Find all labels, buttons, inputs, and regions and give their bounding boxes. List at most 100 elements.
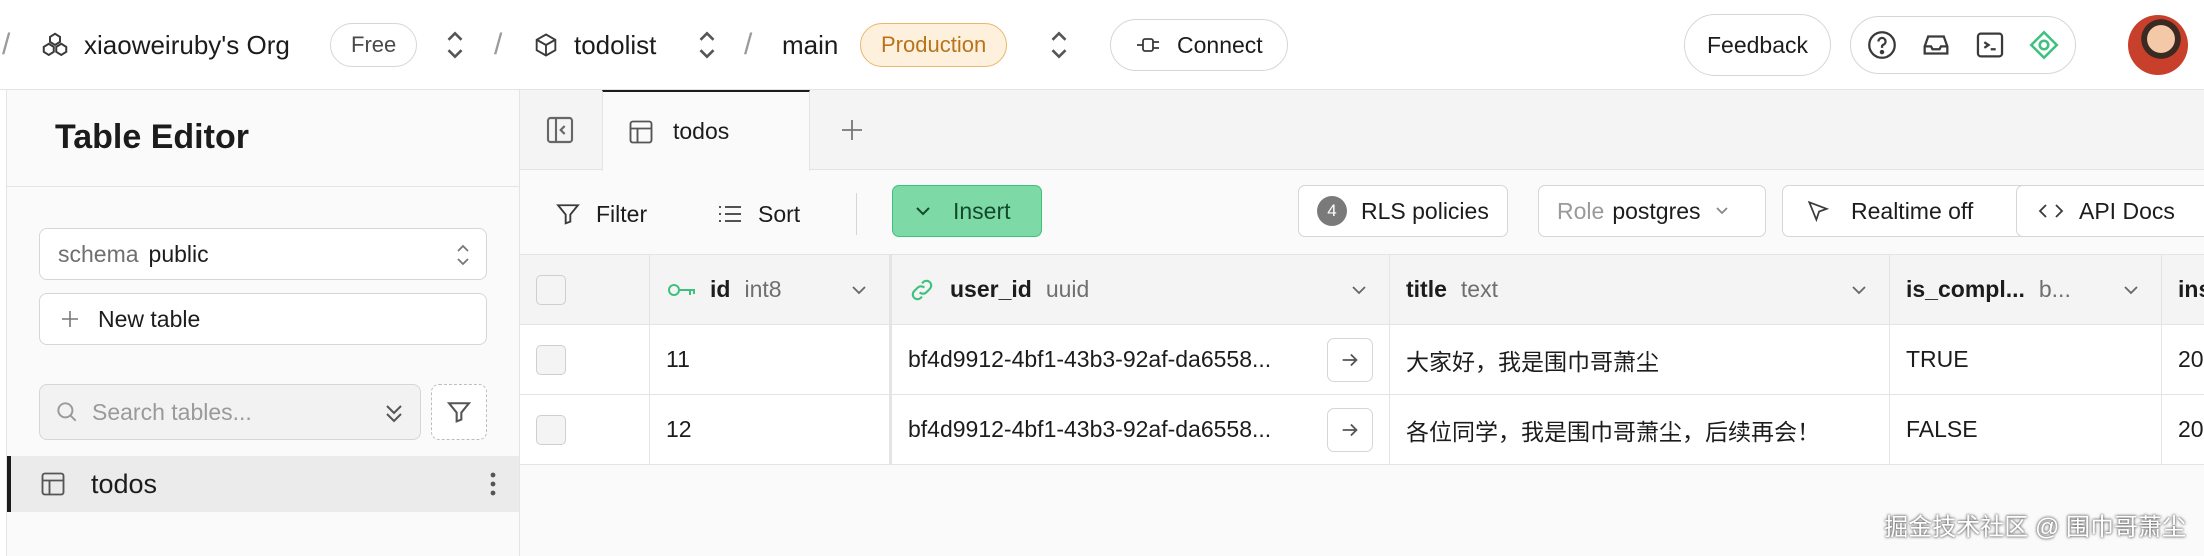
collapse-sidebar-icon[interactable] <box>544 114 576 146</box>
schema-label: schema <box>58 240 139 267</box>
select-all-checkbox[interactable] <box>536 274 566 305</box>
project-name: todolist <box>574 29 657 60</box>
watermark: 掘金技术社区 @ 围巾哥萧尘 <box>1884 514 2186 541</box>
column-header-inserted-at[interactable]: ins <box>2162 255 2204 324</box>
connect-label: Connect <box>1177 31 1263 58</box>
role-label: Role <box>1557 197 1605 224</box>
cell-is-completed[interactable]: FALSE <box>1890 395 2162 464</box>
breadcrumb-separator: / <box>494 28 503 61</box>
row-checkbox[interactable] <box>536 414 566 445</box>
tab-bar: todos <box>520 90 2204 171</box>
api-docs-label: API Docs <box>2079 197 2175 224</box>
search-tables-input[interactable]: Search tables... <box>39 384 421 440</box>
column-type: uuid <box>1045 276 1090 302</box>
table-icon <box>41 472 65 496</box>
role-selector[interactable]: Role postgres <box>1538 185 1766 237</box>
tab-todos[interactable]: todos <box>602 90 810 171</box>
help-icon[interactable] <box>1865 28 1899 62</box>
terminal-icon[interactable] <box>1973 28 2007 62</box>
grid-toolbar: Filter Sort Insert 4 RLS policies Role p… <box>520 171 2204 255</box>
cell-value: bf4d9912-4bf1-43b3-92af-da6558... <box>908 416 1272 442</box>
column-header-user-id[interactable]: user_id uuid <box>890 255 1390 324</box>
arrow-right-icon <box>1342 423 1358 437</box>
toolbar-divider <box>856 193 857 235</box>
sidebar-item-todos[interactable]: todos <box>7 456 519 512</box>
table-row[interactable]: 12 bf4d9912-4bf1-43b3-92af-da6558... 各位同… <box>520 395 2204 465</box>
org-switch-chevron-icon[interactable] <box>442 25 468 65</box>
column-header-title[interactable]: title text <box>1390 255 1890 324</box>
api-docs-button[interactable]: API Docs <box>2016 185 2204 237</box>
tab-label: todos <box>673 118 730 144</box>
column-name: title <box>1406 276 1447 302</box>
column-type: b... <box>2038 276 2071 302</box>
sidebar-item-label: todos <box>91 468 158 499</box>
app-root: / xiaoweiruby's Org Free / todolist / ma… <box>0 0 2204 556</box>
double-chevron-down-icon[interactable] <box>382 399 406 427</box>
project-switch-chevron-icon[interactable] <box>694 25 720 65</box>
breadcrumb-separator: / <box>744 28 753 61</box>
feedback-label: Feedback <box>1707 31 1809 58</box>
project-selector[interactable]: todolist <box>532 0 656 90</box>
column-header-is-completed[interactable]: is_compl... b... <box>1890 255 2162 324</box>
code-icon <box>2038 204 2064 218</box>
assistant-icon[interactable] <box>2027 28 2061 62</box>
column-header-id[interactable]: id int8 <box>650 255 890 324</box>
rls-policies-button[interactable]: 4 RLS policies <box>1298 185 1508 237</box>
plug-icon <box>1137 38 1159 52</box>
sidebar-title: Table Editor <box>55 118 249 156</box>
cell-inserted-at[interactable]: 20 <box>2162 395 2204 464</box>
branch-switch-chevron-icon[interactable] <box>1046 25 1072 65</box>
row-checkbox[interactable] <box>536 344 566 375</box>
branch-name: main <box>782 29 839 60</box>
connect-button[interactable]: Connect <box>1110 19 1288 71</box>
realtime-label: Realtime off <box>1851 197 1974 224</box>
cell-user-id[interactable]: bf4d9912-4bf1-43b3-92af-da6558... <box>890 395 1390 464</box>
sidebar-divider <box>7 186 519 187</box>
quick-actions-group <box>1850 16 2076 74</box>
grid-header-row: id int8 user_id uuid title text is_compl… <box>520 255 2204 325</box>
table-row[interactable]: 11 bf4d9912-4bf1-43b3-92af-da6558... 大家好… <box>520 325 2204 395</box>
user-avatar[interactable] <box>2128 15 2188 75</box>
chevron-down-icon[interactable] <box>1349 280 1369 300</box>
cell-inserted-at[interactable]: 20 <box>2162 325 2204 394</box>
sort-button[interactable]: Sort <box>716 191 800 237</box>
column-name: user_id <box>950 276 1032 302</box>
inbox-icon[interactable] <box>1919 28 1953 62</box>
schema-selector[interactable]: schema public <box>39 228 487 280</box>
foreign-key-link-button[interactable] <box>1327 408 1373 452</box>
chevron-down-icon[interactable] <box>849 280 869 300</box>
row-select-cell <box>520 325 650 394</box>
sort-list-icon <box>719 206 741 222</box>
role-value: postgres <box>1612 197 1701 224</box>
chevron-down-icon[interactable] <box>1849 280 1869 300</box>
chevron-down-icon[interactable] <box>2121 280 2141 300</box>
link-icon <box>911 279 933 300</box>
arrow-right-icon <box>1342 353 1358 367</box>
foreign-key-link-button[interactable] <box>1327 338 1373 382</box>
new-table-button[interactable]: New table <box>39 293 487 345</box>
filter-tables-button[interactable] <box>431 384 487 440</box>
filter-icon <box>556 204 580 225</box>
cell-id[interactable]: 12 <box>650 395 890 464</box>
project-box-icon <box>535 33 557 57</box>
top-bar: / xiaoweiruby's Org Free / todolist / ma… <box>0 0 2204 90</box>
add-tab-icon[interactable] <box>838 116 866 144</box>
header-select-cell <box>520 255 650 324</box>
branch-selector[interactable]: main <box>782 0 838 90</box>
cursor-pointer-icon <box>1807 200 1830 223</box>
insert-button[interactable]: Insert <box>892 185 1042 237</box>
table-editor-sidebar: Table Editor schema public New table Sea… <box>6 90 520 556</box>
feedback-button[interactable]: Feedback <box>1684 14 1832 76</box>
cell-is-completed[interactable]: TRUE <box>1890 325 2162 394</box>
cell-id[interactable]: 11 <box>650 325 890 394</box>
rls-count-badge: 4 <box>1317 196 1347 226</box>
org-selector[interactable]: xiaoweiruby's Org <box>40 0 290 90</box>
search-icon <box>57 402 77 422</box>
more-options-icon[interactable] <box>489 470 497 498</box>
rls-label: RLS policies <box>1361 197 1489 224</box>
cell-title[interactable]: 各位同学，我是围巾哥萧尘，后续再会！ <box>1390 395 1890 464</box>
cell-title[interactable]: 大家好，我是围巾哥萧尘 <box>1390 325 1890 394</box>
realtime-toggle-button[interactable]: Realtime off <box>1782 185 2040 237</box>
cell-user-id[interactable]: bf4d9912-4bf1-43b3-92af-da6558... <box>890 325 1390 394</box>
filter-button[interactable]: Filter <box>554 191 647 237</box>
